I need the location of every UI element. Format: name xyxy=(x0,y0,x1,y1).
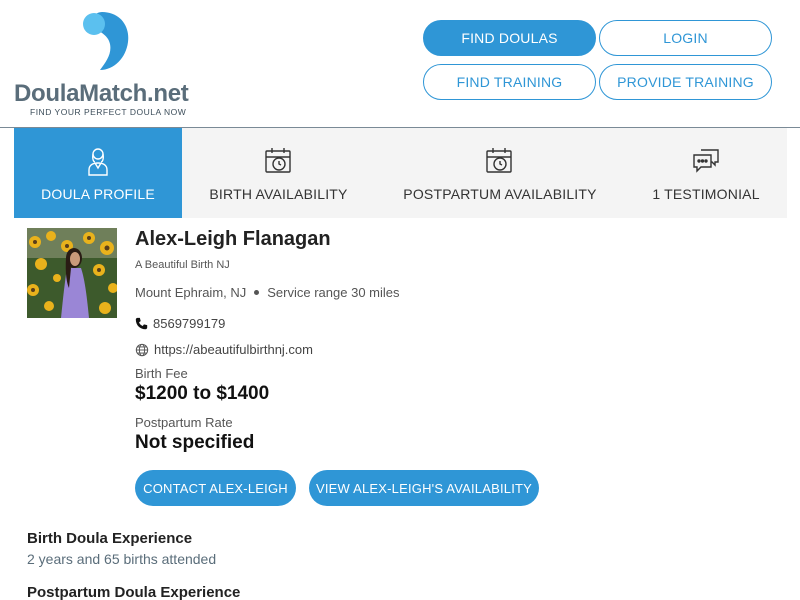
tab-postpartum-availability[interactable]: POSTPARTUM AVAILABILITY xyxy=(375,128,625,218)
separator-dot xyxy=(254,290,260,295)
phone-icon xyxy=(135,317,148,330)
view-availability-button[interactable]: VIEW ALEX-LEIGH'S AVAILABILITY xyxy=(309,470,539,506)
logo-mark-icon xyxy=(83,12,129,70)
birth-fee-label: Birth Fee xyxy=(135,366,188,381)
find-doulas-button[interactable]: FIND DOULAS xyxy=(423,20,596,56)
tab-doula-profile[interactable]: DOULA PROFILE xyxy=(14,128,182,218)
birth-experience-title: Birth Doula Experience xyxy=(27,530,193,547)
calendar-clock-icon xyxy=(264,148,291,173)
doula-name: Alex-Leigh Flanagan xyxy=(135,228,331,250)
chat-bubbles-icon xyxy=(693,149,719,173)
find-training-button[interactable]: FIND TRAINING xyxy=(423,64,596,100)
postpartum-rate-value: Not specified xyxy=(135,432,255,453)
profile-tabs: DOULA PROFILE BIRTH AVAILABILITY POSTPAR… xyxy=(14,128,787,218)
doula-person-icon xyxy=(88,148,108,176)
tab-label: BIRTH AVAILABILITY xyxy=(209,186,348,202)
logo-tagline: FIND YOUR PERFECT DOULA NOW xyxy=(30,107,187,117)
contact-doula-button[interactable]: CONTACT ALEX-LEIGH xyxy=(135,470,296,506)
postpartum-rate-label: Postpartum Rate xyxy=(135,415,233,430)
tab-label: DOULA PROFILE xyxy=(41,186,155,202)
business-name: A Beautiful Birth NJ xyxy=(135,259,230,271)
provide-training-button[interactable]: PROVIDE TRAINING xyxy=(599,64,772,100)
tab-label: POSTPARTUM AVAILABILITY xyxy=(403,186,597,202)
doula-photo xyxy=(27,228,117,318)
phone-row: 8569799179 xyxy=(135,316,225,331)
birth-experience-detail: 2 years and 65 births attended xyxy=(27,551,217,567)
postpartum-experience-title: Postpartum Doula Experience xyxy=(27,584,241,600)
tab-birth-availability[interactable]: BIRTH AVAILABILITY xyxy=(182,128,375,218)
calendar-clock-icon xyxy=(486,148,512,173)
city-text: Mount Ephraim, NJ xyxy=(135,285,247,300)
logo-wordmark: DoulaMatch.net xyxy=(14,80,189,108)
tab-testimonials[interactable]: 1 TESTIMONIAL xyxy=(625,128,787,218)
phone-number[interactable]: 8569799179 xyxy=(153,316,225,331)
login-button[interactable]: LOGIN xyxy=(599,20,772,56)
website-row: https://abeautifulbirthnj.com xyxy=(135,342,313,357)
site-logo[interactable]: DoulaMatch.net FIND YOUR PERFECT DOULA N… xyxy=(14,10,204,120)
website-link[interactable]: https://abeautifulbirthnj.com xyxy=(154,342,313,357)
globe-icon xyxy=(135,343,149,356)
site-header: DoulaMatch.net FIND YOUR PERFECT DOULA N… xyxy=(0,0,800,128)
service-range-text: Service range 30 miles xyxy=(267,285,400,300)
location-row: Mount Ephraim, NJ Service range 30 miles xyxy=(135,285,400,300)
logo-text-accent: Match.net xyxy=(79,80,189,107)
birth-fee-value: $1200 to $1400 xyxy=(135,383,270,404)
tab-label: 1 TESTIMONIAL xyxy=(652,186,760,202)
logo-text-main: Doula xyxy=(14,80,80,107)
